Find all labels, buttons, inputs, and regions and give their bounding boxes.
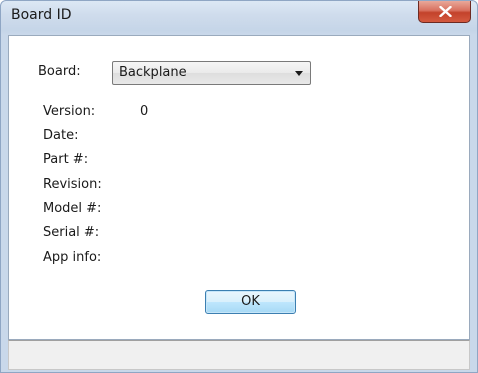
board-select-value: Backplane [119,65,187,80]
model-number-label: Model #: [43,201,102,216]
chevron-down-icon [295,71,303,76]
close-button[interactable] [418,1,471,23]
part-number-label: Part #: [43,152,89,167]
status-bar [8,340,470,370]
title-bar[interactable]: Board ID [1,1,477,35]
revision-label: Revision: [43,177,102,192]
date-label: Date: [43,128,79,143]
board-id-dialog: Board ID Board: Backplane Version: 0 Dat… [0,0,478,373]
app-info-label: App info: [43,250,102,265]
serial-number-label: Serial #: [43,225,100,240]
version-value: 0 [140,104,149,119]
window-title: Board ID [11,7,72,23]
close-icon [439,6,452,17]
board-label: Board: [38,64,81,79]
board-select[interactable]: Backplane [112,61,311,85]
ok-button[interactable]: OK [205,290,296,314]
version-label: Version: [43,104,96,119]
dialog-body: Board: Backplane Version: 0 Date: Part #… [8,35,470,340]
